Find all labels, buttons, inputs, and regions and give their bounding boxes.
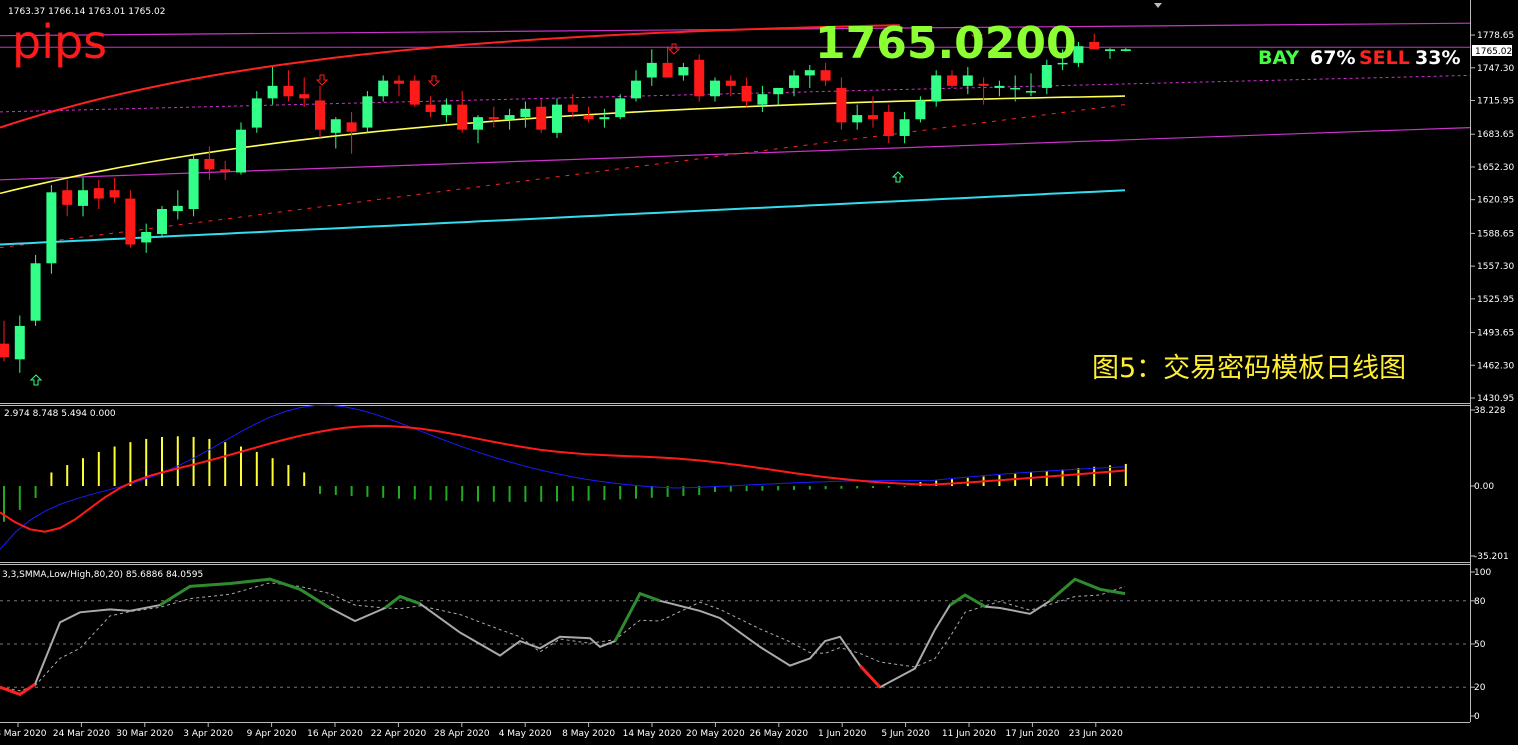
time-tick-label: 8 May 2020 xyxy=(562,729,615,739)
price-tick-label: 1588.65 xyxy=(1477,229,1514,239)
candle xyxy=(236,122,246,175)
time-tick-label: 28 Apr 2020 xyxy=(434,729,490,739)
candle xyxy=(694,54,705,102)
time-tick-label: 3 Apr 2020 xyxy=(183,729,233,739)
price-tick-label: 1715.95 xyxy=(1477,97,1514,107)
candle xyxy=(362,91,373,133)
time-tick-label: 1 Jun 2020 xyxy=(818,729,867,739)
time-tick-label: 9 Apr 2020 xyxy=(247,729,297,739)
time-tick-label: 23 Jun 2020 xyxy=(1069,729,1123,739)
price-tick-label: 1778.65 xyxy=(1477,31,1514,41)
time-tick-label: 20 May 2020 xyxy=(686,729,745,739)
time-tick-label: 5 Jun 2020 xyxy=(881,729,930,739)
stoch-tick-label: 0 xyxy=(1474,712,1480,722)
price-tick-label: 1557.30 xyxy=(1477,262,1514,272)
price-tick-label: 1747.30 xyxy=(1477,64,1514,74)
candle xyxy=(188,153,199,217)
current-price-value: 1765.02 xyxy=(1475,47,1512,57)
chart-caption: 图5：交易密码模板日线图 xyxy=(1092,353,1406,384)
time-tick-label: 4 May 2020 xyxy=(499,729,552,739)
candle xyxy=(30,254,41,326)
time-tick-label: 11 Jun 2020 xyxy=(942,729,996,739)
sell-value: 33% xyxy=(1415,47,1460,69)
stoch-tick-label: 50 xyxy=(1474,640,1486,650)
bay-value: 67% xyxy=(1310,47,1355,69)
macd-tick-label: 38.228 xyxy=(1474,406,1506,416)
time-tick-label: 24 Mar 2020 xyxy=(53,729,110,739)
price-tick-label: 1525.95 xyxy=(1477,295,1514,305)
candle xyxy=(157,205,167,238)
price-tick-label: 1652.30 xyxy=(1477,163,1514,173)
time-tick-label: 26 May 2020 xyxy=(749,729,808,739)
time-tick-label: 30 Mar 2020 xyxy=(116,729,173,739)
price-tick-label: 1683.65 xyxy=(1477,130,1514,140)
sell-label: SELL xyxy=(1359,47,1410,69)
time-tick-label: 17 Jun 2020 xyxy=(1005,729,1059,739)
price-tick-label: 1462.30 xyxy=(1477,361,1514,371)
time-tick-label: 16 Apr 2020 xyxy=(307,729,363,739)
stoch-tick-label: 100 xyxy=(1474,568,1491,578)
time-tick-label: 14 May 2020 xyxy=(623,729,682,739)
big-price: 1765.0200 xyxy=(815,18,1077,69)
price-tick-label: 1493.65 xyxy=(1477,329,1514,339)
macd-tick-label: 0.00 xyxy=(1474,482,1494,492)
chart-canvas[interactable]: 1778.65 1747.30 1715.95 1683.65 1652.30 1620.… xyxy=(0,0,1518,745)
stoch-readout: 3,3,SMMA,Low/High,80,20) 85.6886 84.0595 xyxy=(2,570,203,580)
candle xyxy=(931,70,942,107)
candle xyxy=(46,185,57,274)
time-tick-label: 18 Mar 2020 xyxy=(0,729,47,739)
price-tick-label: 1430.95 xyxy=(1477,394,1514,404)
stoch-tick-label: 80 xyxy=(1474,597,1486,607)
candle xyxy=(125,190,136,248)
stoch-tick-label: 20 xyxy=(1474,683,1486,693)
price-tick-label: 1620.95 xyxy=(1477,196,1514,206)
time-tick-label: 22 Apr 2020 xyxy=(371,729,427,739)
pips-label: pips xyxy=(12,15,107,69)
macd-readout: 2.974 8.748 5.494 0.000 xyxy=(4,409,116,419)
macd-tick-label: -35.201 xyxy=(1474,552,1509,562)
bay-label: BAY xyxy=(1258,47,1299,69)
